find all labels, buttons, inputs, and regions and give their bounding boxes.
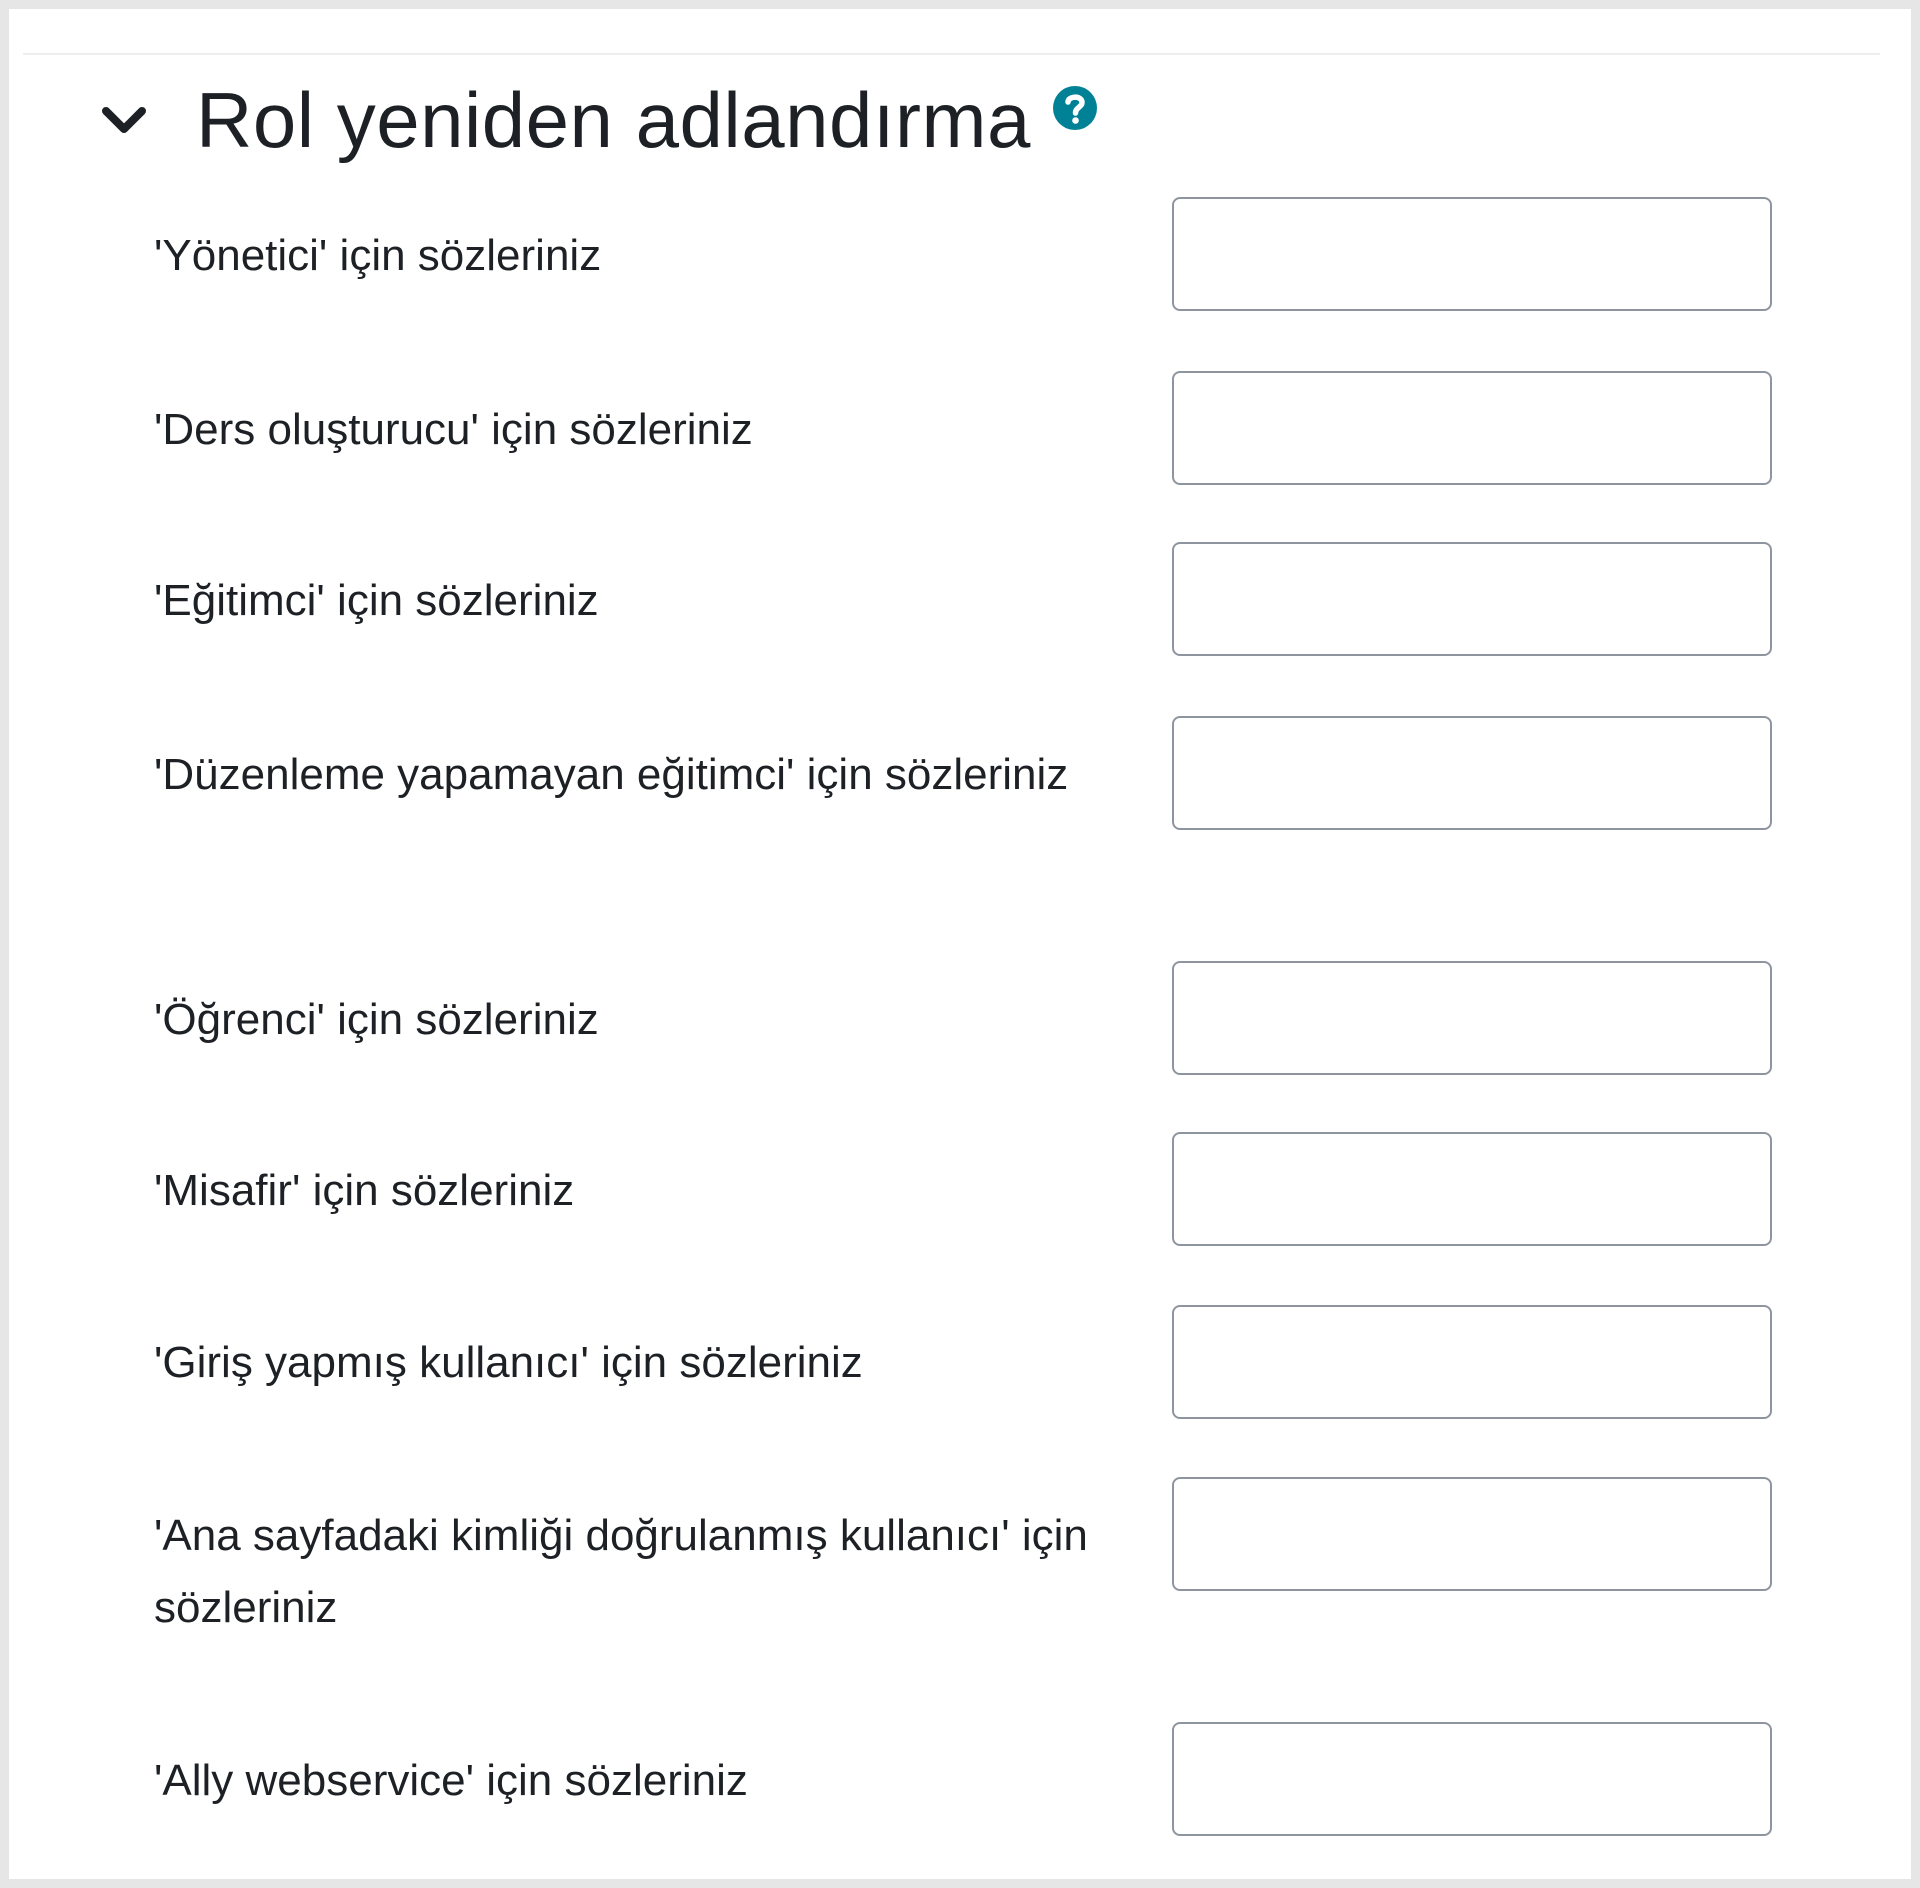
- role-input-egitimci[interactable]: [1172, 542, 1772, 656]
- chevron-down-icon[interactable]: [94, 90, 154, 150]
- role-label-egitimci: 'Eğitimci' için sözleriniz: [154, 576, 599, 625]
- section-title: Rol yeniden adlandırma: [196, 75, 1031, 164]
- role-input-ders-olusturucu[interactable]: [1172, 371, 1772, 485]
- help-icon[interactable]: [1051, 84, 1099, 132]
- role-input-ogrenci[interactable]: [1172, 961, 1772, 1075]
- role-input-misafir[interactable]: [1172, 1132, 1772, 1246]
- section-header: Rol yeniden adlandırma: [94, 70, 1099, 170]
- role-input-giris-yapmis-kullanici[interactable]: [1172, 1305, 1772, 1419]
- role-label-giris-yapmis-kullanici: 'Giriş yapmış kullanıcı' için sözleriniz: [154, 1338, 863, 1387]
- role-label-ally-webservice: 'Ally webservice' için sözleriniz: [154, 1756, 748, 1805]
- role-input-duzenleme-yapamayan-egitimci[interactable]: [1172, 716, 1772, 830]
- role-label-misafir: 'Misafir' için sözleriniz: [154, 1166, 575, 1215]
- section-divider: [23, 53, 1880, 55]
- role-label-ogrenci: 'Öğrenci' için sözleriniz: [154, 995, 599, 1044]
- role-label-duzenleme-yapamayan-egitimci: 'Düzenleme yapamayan eğitimci' için sözl…: [154, 750, 1069, 799]
- role-input-ally-webservice[interactable]: [1172, 1722, 1772, 1836]
- role-label-ders-olusturucu: 'Ders oluşturucu' için sözleriniz: [154, 405, 753, 454]
- role-label-yonetici: 'Yönetici' için sözleriniz: [154, 231, 602, 280]
- role-input-ana-sayfadaki-kullanici[interactable]: [1172, 1477, 1772, 1591]
- role-input-yonetici[interactable]: [1172, 197, 1772, 311]
- role-label-ana-sayfadaki-kullanici: 'Ana sayfadaki kimliği doğrulanmış kulla…: [154, 1511, 1088, 1632]
